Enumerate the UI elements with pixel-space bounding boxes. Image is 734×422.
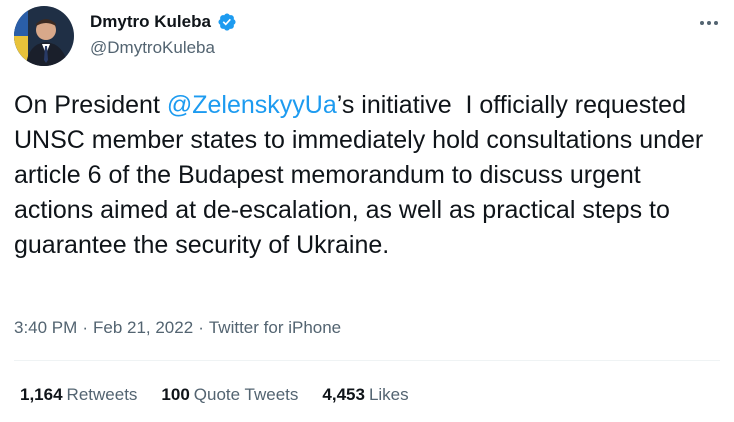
meta-separator: · (82, 318, 88, 337)
retweets-count: 1,164 (20, 385, 63, 404)
likes-label: Likes (368, 385, 409, 404)
likes-count: 4,453 (322, 385, 365, 404)
retweets-label: Retweets (66, 385, 138, 404)
quotes-label: Quote Tweets (193, 385, 299, 404)
avatar[interactable] (14, 6, 74, 66)
verified-badge-icon (218, 13, 236, 31)
tweet-source[interactable]: Twitter for iPhone (209, 318, 341, 337)
tweet-text-before: On President (14, 91, 167, 119)
quote-tweets-stat[interactable]: 100 Quote Tweets (161, 385, 298, 405)
tweet-time[interactable]: 3:40 PM (14, 318, 77, 337)
avatar-photo (14, 6, 74, 66)
more-options-button[interactable] (696, 13, 722, 33)
more-horizontal-icon (707, 21, 711, 25)
author-name-row[interactable]: Dmytro Kuleba (90, 12, 237, 32)
meta-separator: · (198, 318, 204, 337)
retweets-stat[interactable]: 1,164 Retweets (20, 385, 137, 405)
quotes-count: 100 (161, 385, 190, 404)
tweet-stats: 1,164 Retweets 100 Quote Tweets 4,453 Likes (20, 385, 409, 405)
tweet-text: On President @ZelenskyyUa’s initiative I… (14, 88, 720, 263)
more-horizontal-icon (714, 21, 718, 25)
divider (14, 360, 720, 361)
tweet-meta: 3:40 PM · Feb 21, 2022 · Twitter for iPhone (14, 318, 341, 338)
likes-stat[interactable]: 4,453 Likes (322, 385, 408, 405)
tweet-date[interactable]: Feb 21, 2022 (93, 318, 193, 337)
mention-link[interactable]: @ZelenskyyUa (167, 91, 337, 119)
tweet-card: Dmytro Kuleba @DmytroKuleba On President… (0, 0, 734, 422)
more-horizontal-icon (700, 21, 704, 25)
author-name[interactable]: Dmytro Kuleba (90, 12, 211, 32)
author-handle[interactable]: @DmytroKuleba (90, 38, 215, 58)
